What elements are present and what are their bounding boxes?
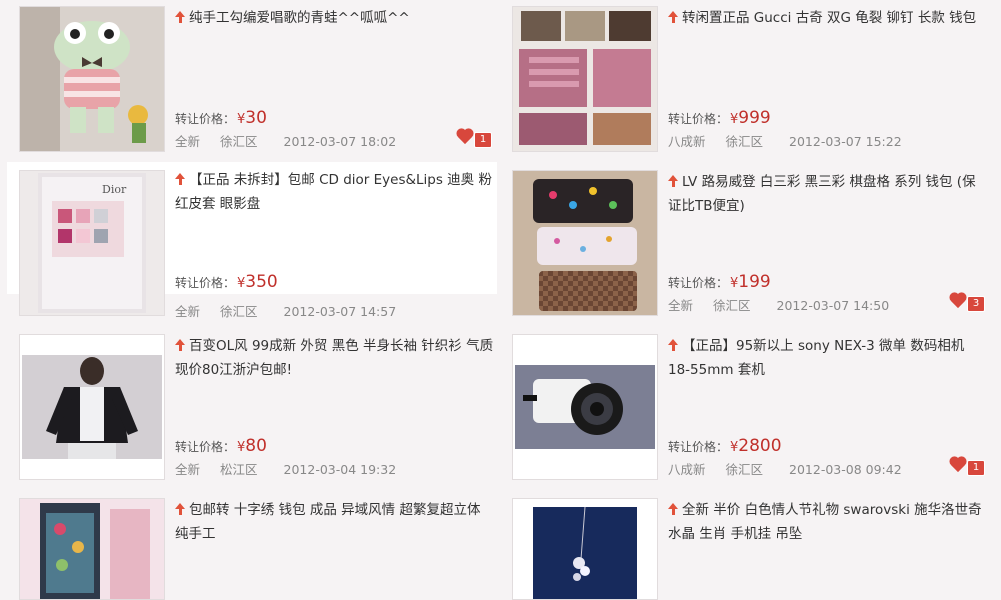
district: 徐汇区	[725, 134, 764, 149]
item-thumbnail[interactable]	[19, 498, 165, 600]
item-meta: 全新 徐汇区 2012-03-07 18:02	[175, 131, 416, 150]
swarovski-phone-charm-image	[513, 499, 657, 599]
price: 转让价格： ¥80	[175, 436, 267, 456]
arrow-up-icon	[175, 173, 186, 185]
heart-icon	[950, 293, 968, 309]
list-item[interactable]: LV 路易威登 白三彩 黑三彩 棋盘格 系列 钱包 (保证比TB便宜) 转让价格…	[500, 164, 990, 324]
item-thumbnail[interactable]	[512, 6, 658, 152]
item-thumbnail[interactable]	[19, 6, 165, 152]
post-date: 2012-03-08 09:42	[789, 462, 902, 477]
heart-icon	[457, 129, 475, 145]
item-title-link[interactable]: 百变OL风 99成新 外贸 黑色 半身长袖 针织衫 气质 现价80江浙沪包邮!	[175, 338, 493, 378]
item-title-link[interactable]: 包邮转 十字绣 钱包 成品 异域风情 超繁复超立体 纯手工	[175, 502, 480, 542]
item-thumbnail[interactable]	[512, 170, 658, 316]
district: 徐汇区	[220, 304, 258, 319]
item-meta: 八成新 徐汇区 2012-03-07 15:22	[668, 131, 922, 150]
condition: 八成新	[668, 462, 706, 477]
like-count: 3	[967, 296, 985, 312]
list-item[interactable]: 【正品】95新以上 sony NEX-3 微单 数码相机 18-55mm 套机 …	[500, 328, 990, 488]
post-date: 2012-03-07 15:22	[789, 134, 902, 149]
item-title-link[interactable]: 【正品 未拆封】包邮 CD dior Eyes&Lips 迪奥 粉红皮套 眼影盘	[175, 172, 492, 212]
arrow-up-icon	[175, 339, 186, 351]
condition: 全新	[175, 462, 201, 477]
list-item[interactable]: 转闲置正品 Gucci 古奇 双G 龟裂 铆钉 长款 钱包 转让价格： ¥999 …	[500, 0, 990, 160]
condition: 八成新	[668, 134, 706, 149]
cross-stitch-wallet-image	[20, 499, 164, 599]
district: 徐汇区	[725, 462, 764, 477]
post-date: 2012-03-04 19:32	[283, 462, 397, 477]
condition: 全新	[668, 298, 694, 313]
like-count: 1	[967, 460, 985, 476]
item-title-link[interactable]: 纯手工勾编爱唱歌的青蛙^^呱呱^^	[189, 10, 410, 26]
arrow-up-icon	[668, 11, 679, 23]
district: 徐汇区	[220, 134, 258, 149]
post-date: 2012-03-07 14:50	[776, 298, 890, 313]
price: 转让价格： ¥2800	[668, 436, 782, 456]
list-item[interactable]: 包邮转 十字绣 钱包 成品 异域风情 超繁复超立体 纯手工	[7, 492, 497, 600]
price: 转让价格： ¥30	[175, 108, 267, 128]
black-cardigan-image	[20, 335, 164, 479]
list-item[interactable]: 纯手工勾编爱唱歌的青蛙^^呱呱^^ 转让价格： ¥30 全新 徐汇区 2012-03-…	[7, 0, 497, 160]
item-thumbnail[interactable]	[19, 334, 165, 480]
item-thumbnail[interactable]: Dior	[19, 170, 165, 316]
district: 松江区	[220, 462, 258, 477]
price: 转让价格： ¥350	[175, 272, 278, 292]
price: 转让价格： ¥199	[668, 272, 771, 292]
arrow-up-icon	[668, 503, 679, 515]
post-date: 2012-03-07 14:57	[283, 304, 397, 319]
crochet-frog-doll-image	[20, 7, 164, 151]
condition: 全新	[175, 134, 201, 149]
item-title-link[interactable]: 转闲置正品 Gucci 古奇 双G 龟裂 铆钉 长款 钱包	[682, 10, 976, 26]
list-item[interactable]: Dior 【正品 未拆封】包邮 CD dior Eyes&Lips 迪奥 粉红皮…	[7, 162, 497, 316]
item-title-link[interactable]: 全新 半价 白色情人节礼物 swarovski 施华洛世奇 水晶 生肖 手机挂 …	[668, 502, 982, 542]
arrow-up-icon	[668, 175, 679, 187]
item-thumbnail[interactable]	[512, 334, 658, 480]
item-title-link[interactable]: 【正品】95新以上 sony NEX-3 微单 数码相机 18-55mm 套机	[668, 338, 964, 378]
pink-gucci-wallet-image	[513, 7, 657, 151]
item-thumbnail[interactable]	[512, 498, 658, 600]
list-item[interactable]: 全新 半价 白色情人节礼物 swarovski 施华洛世奇 水晶 生肖 手机挂 …	[500, 492, 990, 600]
arrow-up-icon	[175, 11, 186, 23]
item-title-link[interactable]: LV 路易威登 白三彩 黑三彩 棋盘格 系列 钱包 (保证比TB便宜)	[668, 174, 976, 214]
lv-wallets-image	[513, 171, 657, 315]
item-meta: 全新 徐汇区 2012-03-07 14:50	[668, 295, 909, 314]
arrow-up-icon	[668, 339, 679, 351]
item-meta: 全新 松江区 2012-03-04 19:32	[175, 459, 416, 478]
post-date: 2012-03-07 18:02	[283, 134, 397, 149]
svg-text:Dior: Dior	[102, 183, 127, 196]
condition: 全新	[175, 304, 201, 319]
like-count: 1	[474, 132, 492, 148]
dior-eyeshadow-palette-image: Dior	[20, 171, 164, 315]
arrow-up-icon	[175, 503, 186, 515]
price: 转让价格： ¥999	[668, 108, 771, 128]
district: 徐汇区	[713, 298, 751, 313]
item-meta: 全新 徐汇区 2012-03-07 14:57	[175, 301, 416, 320]
sony-nex3-camera-image	[513, 335, 657, 479]
item-meta: 八成新 徐汇区 2012-03-08 09:42	[668, 459, 922, 478]
list-item[interactable]: 百变OL风 99成新 外贸 黑色 半身长袖 针织衫 气质 现价80江浙沪包邮! …	[7, 328, 497, 488]
heart-icon	[950, 457, 968, 473]
